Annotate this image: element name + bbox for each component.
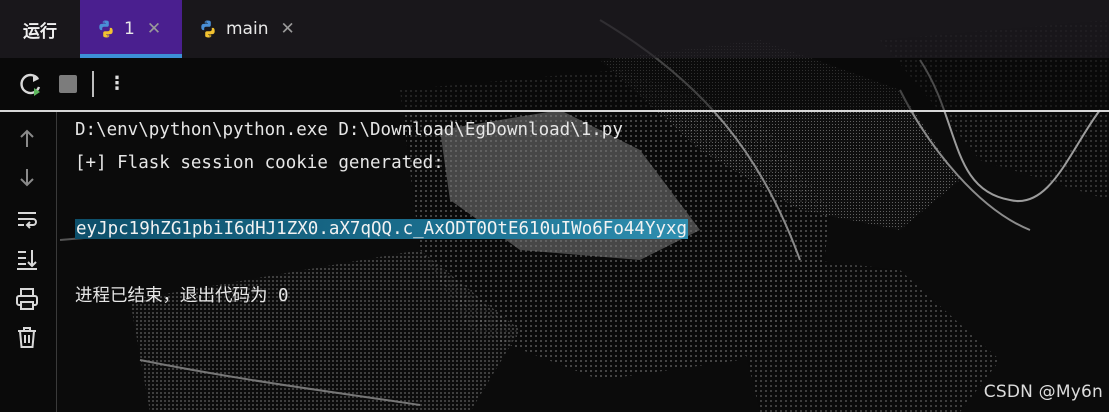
watermark: CSDN @My6n: [983, 382, 1103, 402]
tab-main[interactable]: main ✕: [182, 0, 309, 58]
selected-cookie-text[interactable]: eyJpc19hZG1pbiI6dHJ1ZX0.aX7qQQ.c_AxODT0O…: [75, 219, 689, 239]
tab-1[interactable]: 1 ✕: [80, 0, 182, 58]
stop-icon[interactable]: [58, 74, 78, 94]
console-actions-gutter: [0, 112, 56, 412]
scroll-down-arrow-icon[interactable]: [14, 164, 40, 190]
trash-icon[interactable]: [14, 324, 40, 350]
more-options-icon[interactable]: ⋮: [108, 75, 126, 93]
soft-wrap-icon[interactable]: [14, 206, 40, 232]
scroll-to-end-icon[interactable]: [14, 246, 40, 272]
gutter-divider: [56, 112, 57, 412]
console-line-exit: 进程已结束，退出代码为 0: [75, 286, 289, 306]
tab-label: main: [226, 19, 269, 39]
print-icon[interactable]: [14, 286, 40, 312]
close-icon[interactable]: ✕: [280, 19, 294, 39]
run-toolbar: ⋮: [0, 58, 1109, 110]
rerun-icon[interactable]: [18, 71, 44, 97]
tab-bar: 运行 1 ✕ main ✕: [0, 0, 1109, 58]
console-line-cookie[interactable]: eyJpc19hZG1pbiI6dHJ1ZX0.aX7qQQ.c_AxODT0O…: [75, 216, 689, 242]
tab-label: 1: [124, 19, 135, 39]
console-line-status: [+] Flask session cookie generated:: [75, 153, 444, 173]
console-line-command: D:\env\python\python.exe D:\Download\EgD…: [75, 120, 623, 140]
python-icon: [201, 20, 215, 38]
python-icon: [99, 20, 113, 38]
run-window-title: 运行: [23, 21, 57, 42]
toolbar-separator: [92, 71, 94, 97]
run-tool-window: 运行 1 ✕ main ✕ ⋮ D:\env\python\python.exe…: [0, 0, 1109, 412]
scroll-up-arrow-icon[interactable]: [14, 126, 40, 152]
toolbar-divider: [0, 110, 1109, 112]
close-icon[interactable]: ✕: [147, 19, 161, 39]
